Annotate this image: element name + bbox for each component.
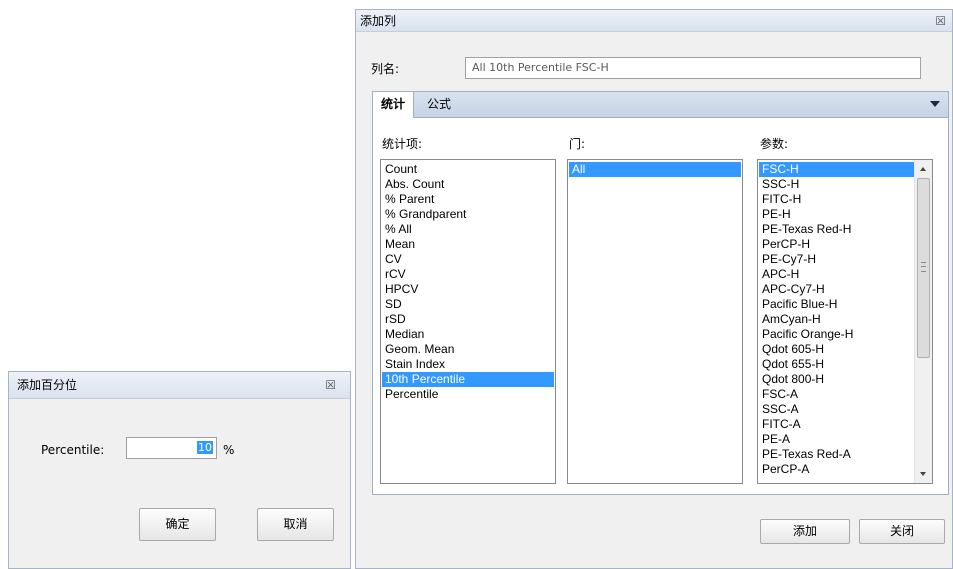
- param-list-item[interactable]: FITC-A: [759, 417, 914, 432]
- param-list-item[interactable]: Qdot 605-H: [759, 342, 914, 357]
- statistics-list-item[interactable]: % Grandparent: [382, 207, 554, 222]
- add-column-dialog: 添加列 ☒ 列名: All 10th Percentile FSC-H 统计 公…: [355, 9, 953, 569]
- add-button[interactable]: 添加: [760, 519, 850, 544]
- add-column-titlebar[interactable]: 添加列 ☒: [356, 10, 952, 32]
- gate-list-item[interactable]: All: [569, 162, 741, 177]
- statistics-listbox[interactable]: Count Abs. Count% Parent% Grandparent% Al…: [380, 159, 556, 484]
- add-column-title: 添加列: [360, 14, 397, 28]
- tab-statistics[interactable]: 统计: [373, 92, 415, 118]
- params-label: 参数:: [760, 137, 789, 151]
- statistics-list-item[interactable]: Percentile: [382, 387, 554, 402]
- param-list-item[interactable]: PE-H: [759, 207, 914, 222]
- statistics-list-item[interactable]: rSD: [382, 312, 554, 327]
- cancel-button[interactable]: 取消: [257, 508, 334, 541]
- scroll-down-arrow-icon[interactable]: [915, 466, 932, 483]
- statistics-list-item[interactable]: Mean: [382, 237, 554, 252]
- add-percentile-title: 添加百分位: [17, 378, 78, 392]
- gate-listbox[interactable]: All: [567, 159, 743, 484]
- statistics-list-item[interactable]: Stain Index: [382, 357, 554, 372]
- statistics-list-item[interactable]: SD: [382, 297, 554, 312]
- param-list-item[interactable]: FITC-H: [759, 192, 914, 207]
- param-list-item[interactable]: PE-Cy7-H: [759, 252, 914, 267]
- percent-sign: %: [223, 443, 235, 457]
- column-name-input[interactable]: All 10th Percentile FSC-H: [465, 57, 921, 79]
- scroll-up-arrow-icon[interactable]: [915, 160, 932, 177]
- params-scrollbar[interactable]: [914, 160, 932, 483]
- param-list-item[interactable]: APC-Cy7-H: [759, 282, 914, 297]
- param-list-item[interactable]: FSC-H: [759, 162, 914, 177]
- params-listbox[interactable]: FSC-H SSC-H FITC-H PE-H PE-Texas Red-H PerCP-…: [757, 159, 933, 484]
- statistics-list-item[interactable]: 10th Percentile: [382, 372, 554, 387]
- add-percentile-titlebar[interactable]: 添加百分位 ☒: [9, 372, 350, 399]
- tab-strip: 统计 公式: [373, 92, 948, 118]
- param-list-item[interactable]: PerCP-A: [759, 462, 914, 477]
- param-list-item[interactable]: FSC-A: [759, 387, 914, 402]
- add-percentile-dialog: 添加百分位 ☒ Percentile: 10 % 确定 取消: [8, 371, 351, 569]
- percentile-input[interactable]: 10: [126, 437, 217, 459]
- close-icon[interactable]: ☒: [935, 10, 946, 32]
- scroll-thumb[interactable]: [917, 178, 930, 358]
- param-list-item[interactable]: SSC-H: [759, 177, 914, 192]
- statistics-list-item[interactable]: Abs. Count: [382, 177, 554, 192]
- statistics-list-item[interactable]: CV: [382, 252, 554, 267]
- param-list-item[interactable]: PE-A: [759, 432, 914, 447]
- statistics-list-item[interactable]: Geom. Mean: [382, 342, 554, 357]
- gate-label: 门:: [569, 137, 586, 151]
- close-button[interactable]: 关闭: [859, 519, 945, 544]
- param-list-item[interactable]: PE-Texas Red-A: [759, 447, 914, 462]
- statistics-label: 统计项:: [382, 137, 423, 151]
- param-list-item[interactable]: APC-H: [759, 267, 914, 282]
- param-list-item[interactable]: SSC-A: [759, 402, 914, 417]
- percentile-value: 10: [197, 441, 213, 454]
- param-list-item[interactable]: Qdot 655-H: [759, 357, 914, 372]
- statistics-list-item[interactable]: HPCV: [382, 282, 554, 297]
- param-list-item[interactable]: Qdot 800-H: [759, 372, 914, 387]
- close-icon[interactable]: ☒: [325, 372, 336, 399]
- tab-dropdown-arrow-icon[interactable]: [930, 101, 940, 107]
- statistics-list-item[interactable]: Count: [382, 162, 554, 177]
- percentile-label: Percentile:: [41, 443, 105, 457]
- tab-formula[interactable]: 公式: [419, 92, 459, 117]
- statistics-list-item[interactable]: Median: [382, 327, 554, 342]
- param-list-item[interactable]: PerCP-H: [759, 237, 914, 252]
- statistics-list-item[interactable]: rCV: [382, 267, 554, 282]
- statistics-list-item[interactable]: % Parent: [382, 192, 554, 207]
- column-name-label: 列名:: [371, 62, 400, 76]
- grip-icon: [921, 262, 926, 272]
- ok-button[interactable]: 确定: [139, 508, 216, 541]
- param-list-item[interactable]: Pacific Orange-H: [759, 327, 914, 342]
- statistics-list-item[interactable]: % All: [382, 222, 554, 237]
- param-list-item[interactable]: Pacific Blue-H: [759, 297, 914, 312]
- param-list-item[interactable]: PE-Texas Red-H: [759, 222, 914, 237]
- param-list-item[interactable]: AmCyan-H: [759, 312, 914, 327]
